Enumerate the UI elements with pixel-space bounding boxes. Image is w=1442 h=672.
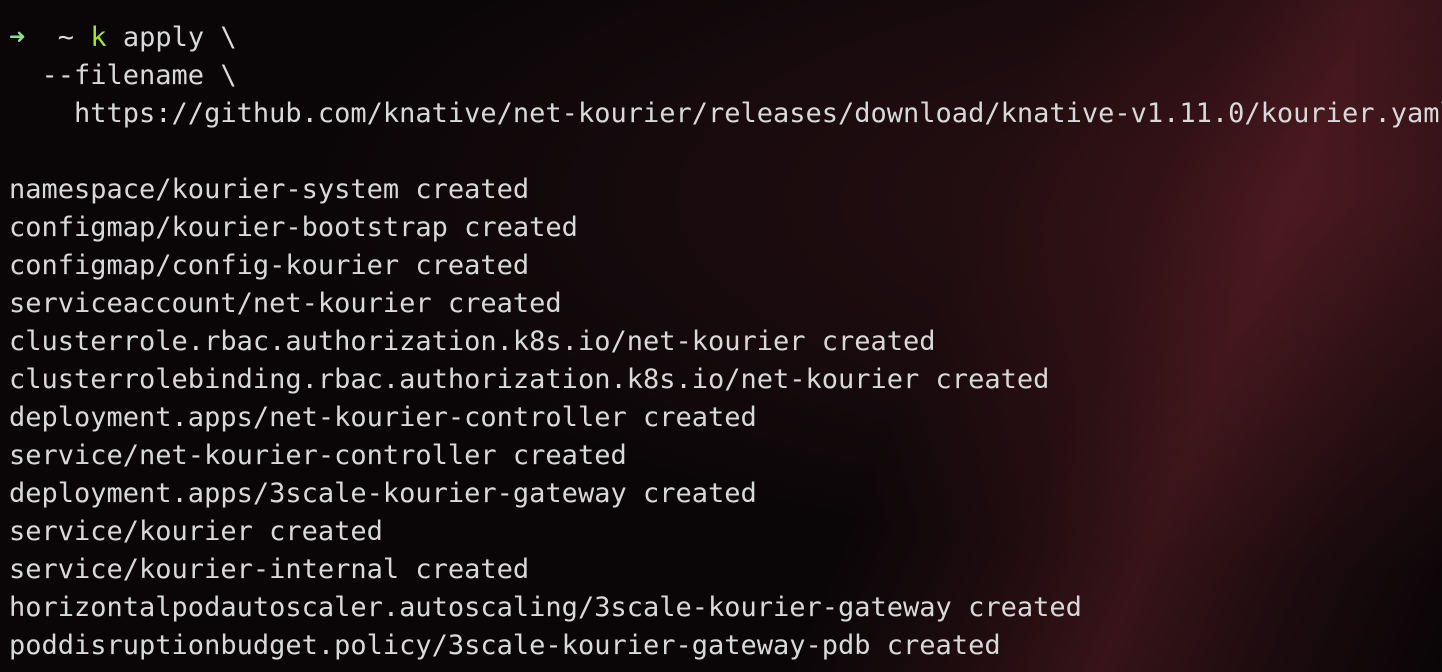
output-line: namespace/kourier-system created [9,174,530,205]
output-line: horizontalpodautoscaler.autoscaling/3sca… [9,592,1082,623]
output-line: configmap/config-kourier created [9,250,530,281]
output-line: deployment.apps/net-kourier-controller c… [9,402,757,433]
output-line: serviceaccount/net-kourier created [9,288,562,319]
output-line: clusterrole.rbac.authorization.k8s.io/ne… [9,326,936,357]
prompt-arrow-icon: ➜ [9,22,26,53]
command-args: apply \ [122,22,237,53]
output-line: deployment.apps/3scale-kourier-gateway c… [9,478,757,509]
prompt-line: ➜ ~ k apply \ [9,19,237,57]
output-line: configmap/kourier-bootstrap created [9,212,578,243]
output-line: poddisruptionbudget.policy/3scale-kourie… [9,630,1001,661]
prompt-dir: ~ [58,0,74,8]
output-line: service/kourier created [9,516,383,547]
prompt-arrow-icon: ➜ [9,0,25,8]
prompt-dir: ~ [57,22,75,53]
previous-prompt-line: ➜ ~ [9,0,74,12]
output-line: service/kourier-internal created [9,554,530,585]
command-name: k [90,22,107,53]
output-line: service/net-kourier-controller created [9,440,627,471]
continuation-line: https://github.com/knative/net-kourier/r… [9,98,1442,129]
output-line: clusterrolebinding.rbac.authorization.k8… [9,364,1050,395]
terminal-window[interactable]: ➜ ~ ➜ ~ k apply \ --filename \ https://g… [0,0,1442,672]
continuation-line: --filename \ [9,60,237,91]
